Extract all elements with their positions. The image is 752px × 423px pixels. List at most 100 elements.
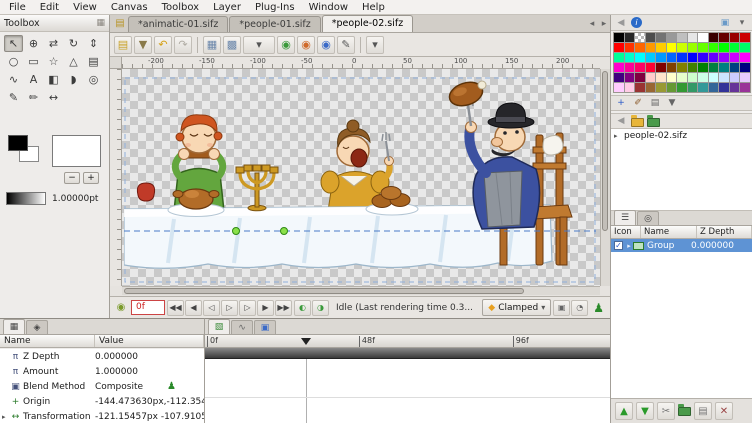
tab-library[interactable]: ◎	[637, 211, 659, 225]
smooth-move-tool[interactable]: ⊕	[24, 35, 43, 52]
palette-swatch[interactable]	[730, 33, 740, 42]
palette-swatch[interactable]	[625, 33, 635, 42]
palette-swatch[interactable]	[656, 43, 666, 52]
palette-swatch[interactable]	[656, 73, 666, 82]
column-icon[interactable]: Icon	[611, 226, 641, 238]
palette-swatch[interactable]	[740, 43, 750, 52]
palette-swatch[interactable]	[688, 53, 698, 62]
width-tool[interactable]: ↔	[44, 89, 63, 106]
palette-swatch[interactable]	[635, 73, 645, 82]
brush-icon[interactable]: ✐	[631, 97, 645, 110]
menu-canvas[interactable]: Canvas	[104, 2, 155, 13]
tab-curves[interactable]: ∿	[231, 320, 253, 334]
back-icon[interactable]: ◀	[614, 115, 628, 128]
palette-swatch[interactable]	[677, 73, 687, 82]
palette-swatch[interactable]	[730, 63, 740, 72]
draw-tool[interactable]: ✎	[4, 89, 23, 106]
layer-row-group[interactable]: ✓ ▸ Group 0.000000	[611, 239, 752, 252]
open-icon[interactable]: ▤	[114, 36, 132, 54]
render-options-icon[interactable]: ▣	[553, 300, 570, 316]
animate-mode-icon[interactable]: ♟	[593, 301, 604, 315]
save-icon[interactable]: ▼	[134, 36, 152, 54]
gradient-swatch[interactable]	[6, 192, 46, 205]
palette-swatch[interactable]	[667, 63, 677, 72]
palette-swatch[interactable]	[688, 43, 698, 52]
palette-swatch[interactable]	[646, 63, 656, 72]
palette-swatch[interactable]	[719, 83, 729, 92]
palette-grid-icon[interactable]: ▤	[648, 97, 662, 110]
prev-keyframe-button[interactable]: ◀	[185, 300, 202, 316]
palette-swatch[interactable]	[740, 73, 750, 82]
rectangle-tool[interactable]: ▭	[24, 53, 43, 70]
timetrack-area[interactable]	[205, 359, 610, 423]
redo-icon[interactable]: ↷	[174, 36, 192, 54]
palette-swatch[interactable]	[740, 63, 750, 72]
tab-scroll-right-icon[interactable]: ▸	[598, 19, 610, 29]
menu-help[interactable]: Help	[355, 2, 392, 13]
palette-swatch[interactable]	[667, 83, 677, 92]
play-button[interactable]: ▷	[221, 300, 238, 316]
palette-swatch[interactable]	[646, 53, 656, 62]
palette-swatch[interactable]	[677, 63, 687, 72]
column-name[interactable]: Name	[641, 226, 697, 238]
delete-layer-icon[interactable]: ✕	[715, 402, 733, 420]
palette-swatch[interactable]	[614, 33, 624, 42]
palette-swatch[interactable]	[625, 83, 635, 92]
palette-swatch[interactable]	[646, 33, 656, 42]
palette-swatch[interactable]	[698, 83, 708, 92]
palette-swatch[interactable]	[625, 43, 635, 52]
param-value[interactable]: -121.15457px -107.9105	[95, 412, 204, 422]
scrollbar-thumb[interactable]	[602, 71, 608, 231]
palette-swatch[interactable]	[667, 53, 677, 62]
param-value[interactable]: -144.473630px,-112.3540	[95, 397, 204, 407]
edit-canvas-icon[interactable]: ✎	[337, 36, 355, 54]
param-row-z-depth[interactable]: πZ Depth0.000000	[0, 349, 204, 364]
menu-file[interactable]: File	[2, 2, 33, 13]
palette-swatch[interactable]	[740, 33, 750, 42]
fg-color-swatch[interactable]	[8, 135, 28, 151]
palette-swatch[interactable]	[709, 53, 719, 62]
palette-swatch[interactable]	[677, 33, 687, 42]
palette-swatch[interactable]	[656, 53, 666, 62]
palette-swatch[interactable]	[730, 53, 740, 62]
expander-icon[interactable]: ▸	[2, 413, 10, 421]
palette-swatch[interactable]	[698, 53, 708, 62]
eyedrop-tool[interactable]: ◗	[64, 71, 83, 88]
column-value[interactable]: Value	[95, 335, 204, 347]
decrease-width-button[interactable]: −	[64, 172, 80, 184]
palette-swatch[interactable]	[625, 63, 635, 72]
mirror-tool[interactable]: ⇄	[44, 35, 63, 52]
text-tool[interactable]: A	[24, 71, 43, 88]
palette-swatch[interactable]	[698, 33, 708, 42]
rotate-tool[interactable]: ↻	[64, 35, 83, 52]
palette-swatch[interactable]	[709, 43, 719, 52]
param-row-blend-method[interactable]: ▣Blend MethodComposite♟	[0, 379, 204, 394]
palette-swatch[interactable]	[688, 33, 698, 42]
palette-swatch[interactable]	[677, 43, 687, 52]
palette-swatch[interactable]	[614, 73, 624, 82]
future-keyframe-lock-icon[interactable]: ◑	[312, 300, 329, 316]
low-res-toggle-icon[interactable]: ◉	[277, 36, 295, 54]
save-palette-icon[interactable]: ▼	[665, 97, 679, 110]
palette-swatch[interactable]	[614, 43, 624, 52]
tab-timetrack[interactable]: ▧	[208, 319, 230, 334]
layer-visible-checkbox[interactable]: ✓	[614, 241, 623, 250]
timebar[interactable]	[205, 348, 610, 359]
panel-menu-icon[interactable]: ▾	[735, 16, 749, 29]
palette-swatch[interactable]	[688, 73, 698, 82]
menu-plug-ins[interactable]: Plug-Ins	[248, 2, 302, 13]
menu-edit[interactable]: Edit	[33, 2, 66, 13]
polygon-tool[interactable]: △	[64, 53, 83, 70]
next-keyframe-button[interactable]: ▶	[257, 300, 274, 316]
seek-begin-button[interactable]: ◀◀	[167, 300, 184, 316]
tab-people-02[interactable]: *people-02.sifz	[322, 15, 413, 32]
interpolation-dropdown[interactable]: ◆ Clamped ▾	[482, 299, 551, 316]
onion-skin-icon[interactable]: ◉	[297, 36, 315, 54]
menu-layer[interactable]: Layer	[206, 2, 248, 13]
palette-swatch[interactable]	[646, 73, 656, 82]
layers-list-body[interactable]	[611, 252, 752, 398]
palette-swatch[interactable]	[635, 53, 645, 62]
lower-layer-icon[interactable]: ▼	[636, 402, 654, 420]
star-tool[interactable]: ☆	[44, 53, 63, 70]
param-value[interactable]: 1.000000	[95, 367, 204, 377]
